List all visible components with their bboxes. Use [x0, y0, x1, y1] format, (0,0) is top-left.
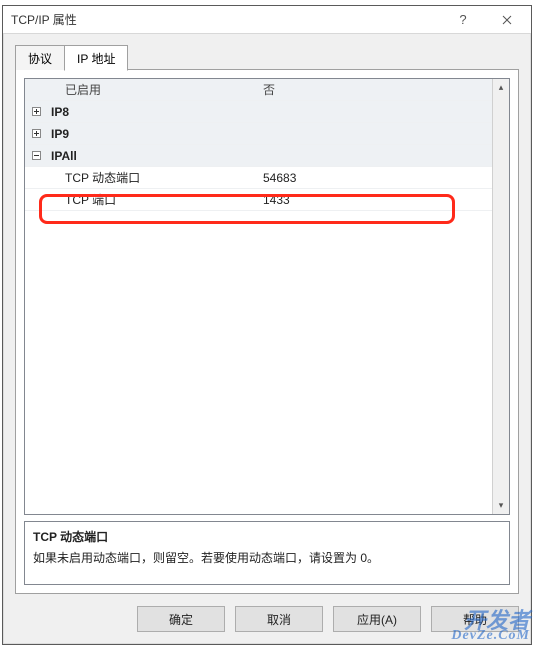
dialog-button-row: 确定 取消 应用(A) 帮助 — [3, 596, 531, 644]
close-icon — [502, 15, 512, 25]
prop-value[interactable]: 54683 — [255, 171, 492, 185]
spacer — [27, 81, 45, 99]
description-panel: TCP 动态端口 如果未启用动态端口，则留空。若要使用动态端口，请设置为 0。 — [24, 521, 510, 585]
category-label: IP8 — [45, 105, 492, 119]
expand-toggle-ip9[interactable] — [27, 125, 45, 143]
spacer — [27, 169, 45, 187]
col-header-value: 否 — [255, 81, 492, 98]
expand-toggle-ip8[interactable] — [27, 103, 45, 121]
category-ip8[interactable]: IP8 — [25, 101, 492, 123]
category-label: IP9 — [45, 127, 492, 141]
prop-row-tcp-dynamic-ports[interactable]: TCP 动态端口 54683 — [25, 167, 492, 189]
vertical-scrollbar[interactable]: ▴ ▾ — [492, 79, 509, 514]
chevron-up-icon: ▴ — [499, 82, 504, 93]
category-ipall[interactable]: IPAll — [25, 145, 492, 167]
prop-label: TCP 动态端口 — [45, 169, 255, 186]
property-grid-container: 已启用 否 IP8 IP9 IPAll — [24, 78, 510, 515]
scroll-up-button[interactable]: ▴ — [493, 79, 509, 96]
prop-row-tcp-port[interactable]: TCP 端口 1433 — [25, 189, 492, 211]
tab-ip-address[interactable]: IP 地址 — [64, 45, 128, 71]
property-grid: 已启用 否 IP8 IP9 IPAll — [25, 79, 492, 514]
tab-strip: 协议 IP 地址 — [15, 44, 519, 70]
titlebar-buttons: ? — [441, 7, 529, 33]
minus-icon — [32, 151, 41, 160]
titlebar: TCP/IP 属性 ? — [3, 6, 531, 34]
apply-button[interactable]: 应用(A) — [333, 606, 421, 632]
close-titlebar-button[interactable] — [485, 7, 529, 33]
category-label: IPAll — [45, 149, 492, 163]
category-ip9[interactable]: IP9 — [25, 123, 492, 145]
spacer — [27, 191, 45, 209]
description-title: TCP 动态端口 — [33, 528, 501, 545]
dialog-content: 协议 IP 地址 已启用 否 IP8 IP — [3, 34, 531, 644]
grid-header-row: 已启用 否 — [25, 79, 492, 101]
plus-icon — [32, 129, 41, 138]
plus-icon — [32, 107, 41, 116]
dialog-window: TCP/IP 属性 ? 协议 IP 地址 已启用 否 — [2, 5, 532, 645]
help-titlebar-button[interactable]: ? — [441, 7, 485, 33]
prop-label: TCP 端口 — [45, 191, 255, 208]
chevron-down-icon: ▾ — [499, 500, 504, 511]
tab-panel-ip: 已启用 否 IP8 IP9 IPAll — [15, 69, 519, 594]
question-icon: ? — [459, 12, 466, 27]
col-header-enabled: 已启用 — [45, 81, 255, 98]
tab-protocol[interactable]: 协议 — [15, 45, 65, 70]
ok-button[interactable]: 确定 — [137, 606, 225, 632]
prop-value[interactable]: 1433 — [255, 193, 492, 207]
scroll-down-button[interactable]: ▾ — [493, 497, 509, 514]
cancel-button[interactable]: 取消 — [235, 606, 323, 632]
window-title: TCP/IP 属性 — [11, 11, 77, 28]
help-button[interactable]: 帮助 — [431, 606, 519, 632]
description-body: 如果未启用动态端口，则留空。若要使用动态端口，请设置为 0。 — [33, 549, 501, 566]
expand-toggle-ipall[interactable] — [27, 147, 45, 165]
